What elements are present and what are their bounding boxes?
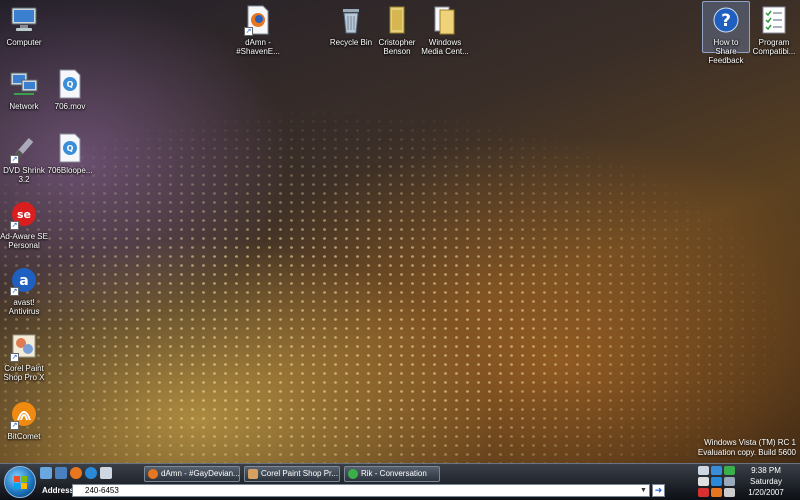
bitcomet-icon: ↗ [8, 398, 40, 430]
wallpaper-dots [0, 0, 800, 465]
icon-label: Ad-Aware SE Personal [0, 232, 48, 250]
system-tray [698, 466, 738, 497]
avast-icon: a ↗ [8, 264, 40, 296]
desktop-icon-706bloopers[interactable]: Q 706Bloope... [40, 130, 100, 175]
chevron-down-icon[interactable]: ▼ [638, 485, 649, 496]
switch-windows-icon[interactable] [55, 467, 67, 479]
clock-day: Saturday [749, 477, 783, 486]
messenger-icon [348, 469, 358, 479]
windows-logo-icon [14, 476, 27, 489]
network-tray-icon[interactable] [711, 466, 722, 475]
volume-tray-icon[interactable] [724, 477, 735, 486]
desktop-icon-bitcomet[interactable]: ↗ BitComet [0, 396, 54, 441]
icon-label: Windows Media Cent... [421, 38, 469, 56]
clock-time: 9:38 PM [751, 466, 781, 475]
icon-label: dAmn - #ShavenE... [236, 38, 280, 56]
mail-icon[interactable] [100, 467, 112, 479]
alert-tray-icon[interactable] [698, 488, 709, 497]
quicktime-file-icon: Q [54, 68, 86, 100]
shortcut-arrow-icon: ↗ [10, 221, 19, 230]
speaker-icon[interactable] [724, 488, 735, 497]
folder-icon [429, 4, 461, 36]
user-folder-icon [381, 4, 413, 36]
taskbar: dAmn - #GayDevian... Corel Paint Shop Pr… [0, 463, 800, 500]
shortcut-arrow-icon: ↗ [10, 287, 19, 296]
ad-aware-icon: se ↗ [8, 198, 40, 230]
desktop-icon-corel-paint[interactable]: ↗ Corel Paint Shop Pro X [0, 328, 54, 382]
computer-icon [8, 4, 40, 36]
messenger-tray-icon[interactable] [698, 466, 709, 475]
taskbar-button-damn[interactable]: dAmn - #GayDevian... [144, 466, 240, 482]
desktop-icon-program-compatibility[interactable]: Program Compatibi... [748, 2, 800, 56]
app-tray-icon[interactable] [711, 488, 722, 497]
address-label: Address [42, 486, 75, 495]
icon-label: Corel Paint Shop Pro X [3, 364, 45, 382]
corel-icon [248, 469, 258, 479]
desktop-icon-windows-media-center[interactable]: Windows Media Cent... [415, 2, 475, 56]
svg-text:?: ? [721, 11, 731, 31]
show-desktop-icon[interactable] [40, 467, 52, 479]
corel-paint-icon: ↗ [8, 330, 40, 362]
shortcut-arrow-icon: ↗ [10, 155, 19, 164]
icon-label: BitComet [7, 432, 41, 441]
task-label: dAmn - #GayDevian... [161, 469, 240, 478]
start-button[interactable] [4, 466, 36, 498]
svg-text:a: a [19, 273, 28, 289]
network-icon [8, 68, 40, 100]
display-tray-icon[interactable] [698, 477, 709, 486]
address-input[interactable]: 240-6453 [72, 484, 650, 497]
dvd-shrink-icon: ↗ [8, 132, 40, 164]
svg-text:Q: Q [67, 144, 74, 153]
vista-evaluation-watermark: Windows Vista (TM) RC 1 Evaluation copy.… [698, 438, 796, 458]
desktop-icon-how-to-share-feedback[interactable]: ? How to Share Feedback [702, 1, 750, 65]
task-label: Rik - Conversation [361, 469, 427, 478]
internet-explorer-icon[interactable] [85, 467, 97, 479]
go-arrow-icon[interactable]: ➜ [652, 484, 665, 497]
icon-label: Computer [6, 38, 42, 47]
taskbar-button-rik-conversation[interactable]: Rik - Conversation [344, 466, 440, 482]
clock[interactable]: 9:38 PM Saturday 1/20/2007 [736, 465, 796, 498]
taskbar-button-corel[interactable]: Corel Paint Shop Pr... [244, 466, 340, 482]
svg-text:Q: Q [67, 80, 74, 89]
desktop-icon-avast[interactable]: a ↗ avast! Antivirus [0, 262, 54, 316]
watermark-line2: Evaluation copy. Build 5600 [697, 448, 796, 457]
help-icon: ? [710, 4, 742, 36]
desktop-icon-damn-shortcut[interactable]: ↗ dAmn - #ShavenE... [228, 2, 288, 56]
shortcut-arrow-icon: ↗ [244, 27, 253, 36]
shortcut-arrow-icon: ↗ [10, 421, 19, 430]
watermark-line1: Windows Vista (TM) RC 1 [704, 438, 796, 447]
desktop-icon-computer[interactable]: Computer [0, 2, 54, 47]
firefox-shortcut-icon: ↗ [242, 4, 274, 36]
desktop-icon-ad-aware[interactable]: se ↗ Ad-Aware SE Personal [0, 196, 54, 250]
checklist-icon [758, 4, 790, 36]
clock-date: 1/20/2007 [748, 488, 784, 497]
quick-launch [40, 467, 112, 479]
svg-text:se: se [17, 208, 31, 221]
icon-label: How to Share Feedback [708, 38, 744, 65]
task-label: Corel Paint Shop Pr... [261, 469, 338, 478]
firefox-icon [148, 469, 158, 479]
status-tray-icon[interactable] [724, 466, 735, 475]
icon-label: 706.mov [54, 102, 86, 111]
desktop-icon-706-mov[interactable]: Q 706.mov [40, 66, 100, 111]
firefox-icon[interactable] [70, 467, 82, 479]
icon-label: Program Compatibi... [752, 38, 796, 56]
recycle-bin-icon [335, 4, 367, 36]
icon-label: avast! Antivirus [8, 298, 40, 316]
shortcut-arrow-icon: ↗ [10, 353, 19, 362]
quicktime-file-icon: Q [54, 132, 86, 164]
icon-label: 706Bloope... [47, 166, 93, 175]
security-tray-icon[interactable] [711, 477, 722, 486]
